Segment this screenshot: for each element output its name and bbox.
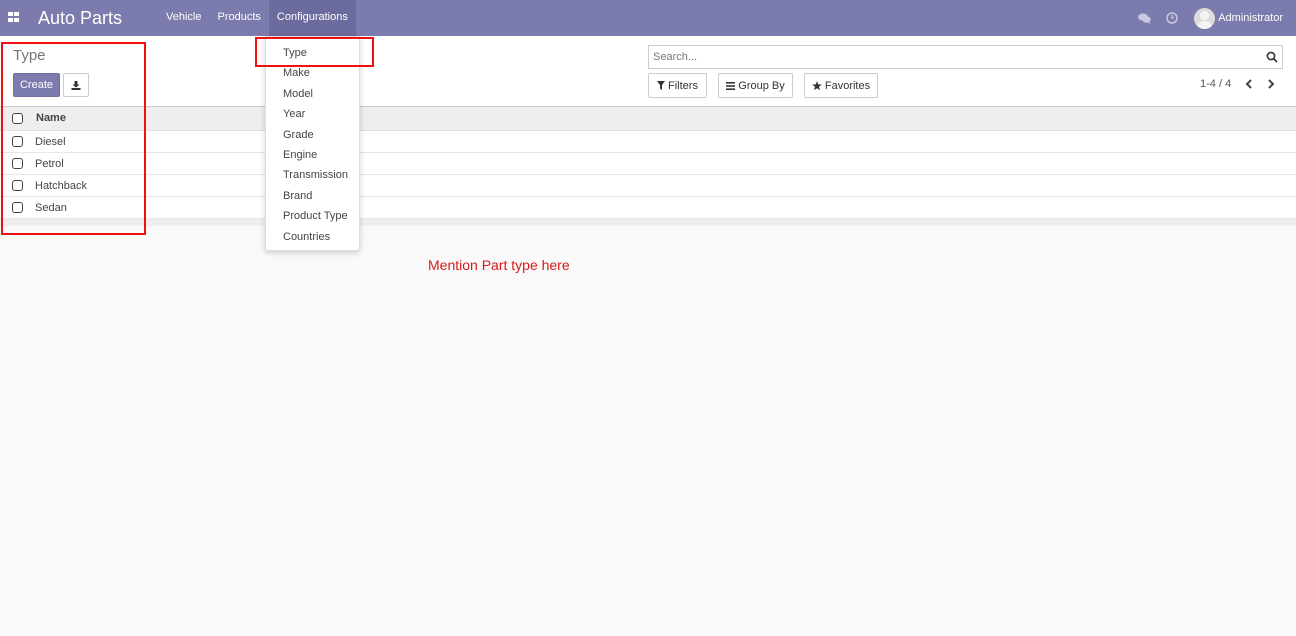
top-navbar: Auto Parts Vehicle Products Configuratio… [0,0,1296,36]
dropdown-item-product-type[interactable]: Product Type [283,210,348,222]
list-header: Name [0,107,1296,131]
row-checkbox[interactable] [12,158,23,169]
menu-vehicle[interactable]: Vehicle [158,0,209,36]
table-row[interactable]: Petrol [0,153,1296,175]
row-name: Hatchback [35,180,87,192]
dropdown-item-model[interactable]: Model [283,88,313,100]
dropdown-item-brand[interactable]: Brand [283,190,312,202]
star-icon [812,80,822,90]
systray: Administrator [1130,0,1296,36]
app-brand[interactable]: Auto Parts [38,8,122,29]
row-checkbox[interactable] [12,180,23,191]
table-row[interactable]: Diesel [0,131,1296,153]
menu-configurations[interactable]: Configurations [268,0,356,36]
table-row[interactable]: Hatchback [0,175,1296,197]
user-name: Administrator [1218,12,1283,24]
activity-clock-icon[interactable] [1158,0,1186,36]
page-title: Type [13,47,46,64]
dropdown-item-transmission[interactable]: Transmission [283,169,348,181]
control-panel: Type Create Filters Group By Favorites 1… [0,36,1296,107]
menu-products[interactable]: Products [209,0,268,36]
favorites-button[interactable]: Favorites [804,73,878,98]
download-icon [71,80,81,90]
export-button[interactable] [63,73,89,97]
dropdown-item-make[interactable]: Make [283,67,310,79]
select-all-checkbox[interactable] [12,113,23,124]
row-name: Petrol [35,158,64,170]
list-bars-icon [726,81,736,90]
avatar [1194,7,1216,29]
apps-menu-icon[interactable] [8,12,19,22]
list-footer [0,219,1296,226]
chevron-left-icon[interactable] [1243,77,1255,91]
search-icon[interactable] [1266,51,1278,63]
search-input[interactable] [653,49,1253,65]
group-by-button[interactable]: Group By [718,73,793,98]
list-view: Name Diesel Petrol Hatchback Sedan [0,107,1296,226]
chevron-right-icon[interactable] [1265,77,1277,91]
dropdown-item-year[interactable]: Year [283,108,305,120]
filters-label: Filters [668,79,698,92]
pager-value[interactable]: 1-4 / 4 [1200,78,1231,90]
row-checkbox[interactable] [12,202,23,213]
column-header-name[interactable]: Name [36,112,66,124]
user-menu[interactable]: Administrator [1186,0,1296,36]
filters-button[interactable]: Filters [648,73,707,98]
row-name: Diesel [35,136,66,148]
favorites-label: Favorites [824,79,871,92]
dropdown-item-countries[interactable]: Countries [283,231,330,243]
annotation-text: Mention Part type here [428,257,570,273]
chat-icon[interactable] [1130,0,1158,36]
create-button[interactable]: Create [13,73,60,97]
funnel-icon [657,81,666,90]
row-checkbox[interactable] [12,136,23,147]
group-by-label: Group By [738,79,785,92]
search-box [648,45,1283,69]
row-name: Sedan [35,202,67,214]
dropdown-item-type[interactable]: Type [283,47,307,59]
dropdown-item-grade[interactable]: Grade [283,129,314,141]
main-menu: Vehicle Products Configurations [158,0,356,36]
table-row[interactable]: Sedan [0,197,1296,219]
dropdown-item-engine[interactable]: Engine [283,149,317,161]
configurations-dropdown: Type Make Model Year Grade Engine Transm… [265,36,360,251]
